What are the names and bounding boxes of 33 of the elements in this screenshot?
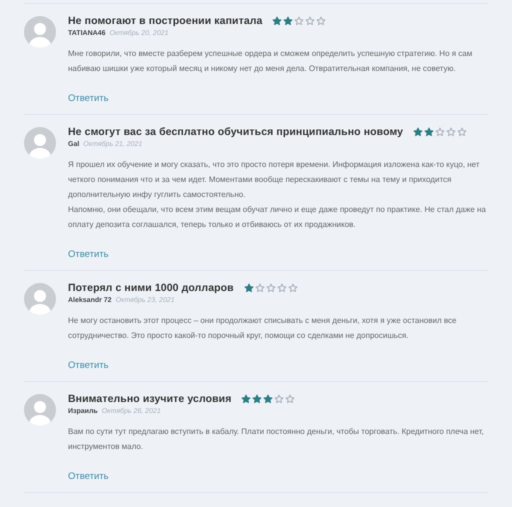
filled-star-icon	[283, 16, 294, 26]
reply-link[interactable]: Ответить	[68, 360, 109, 371]
empty-star-icon	[288, 283, 298, 293]
review-text: Мне говорили, что вместе разберем успешные ордера и сможем определить успешную стратегию. Но я сам набиваю шишки уже который месяц и никому нет до меня дела. Отвратительная компания, не советую.	[68, 48, 474, 75]
filled-star-icon	[413, 127, 424, 137]
review-title: Не смогут вас за бесплатно обучиться принципиально новому	[68, 126, 404, 138]
reply-link[interactable]: Ответить	[68, 471, 109, 482]
reply-link[interactable]: Ответить	[68, 249, 109, 260]
filled-star-icon	[244, 283, 254, 293]
avatar-icon	[24, 16, 56, 48]
empty-star-icon	[266, 283, 276, 293]
empty-star-icon	[457, 127, 468, 137]
review-text: Я прошел их обучение и могу сказать, что это просто потеря времени. Информация изложена как-то куцо, нет четкого понимания что и за чем идет. Моментами вообще перескакивают с темы на тему и приходится дополнительную инфу гуглить самостоятельно.	[68, 159, 481, 201]
avatar-icon	[24, 127, 56, 159]
review-title: Внимательно изучите условия	[68, 393, 232, 405]
review-title: Потерял с ними 1000 долларов	[68, 282, 234, 294]
empty-star-icon	[316, 16, 326, 26]
empty-star-icon	[446, 127, 456, 137]
filled-star-icon	[272, 16, 282, 26]
review-text: Напомню, они обещали, что всем этим вещам обучат лично и еще даже проведут по практике. Не стал даже на оплату депозита соглашался, теперь только и отбиваюсь от их продажников.	[68, 204, 487, 231]
empty-star-icon	[276, 283, 287, 293]
review-text: Не могу остановить этот процесс – они продолжают списывать с меня деньги, хотя я уже остановил все сотрудничество. Это просто какой-то порочный круг, помощи со сделками не допросишься.	[68, 315, 458, 342]
review-text: Вам по сути тут предлагаю вступить в кабалу. Плати постоянно деньги, чтобы торговать. Кредитного плеча нет, инструментов мало.	[68, 426, 485, 453]
empty-star-icon	[285, 394, 296, 404]
reply-link[interactable]: Ответить	[68, 93, 109, 104]
filled-star-icon	[263, 394, 274, 404]
filled-star-icon	[424, 127, 434, 137]
avatar-icon	[24, 283, 56, 315]
filled-star-icon	[241, 394, 252, 404]
review-title: Не помогают в построении капитала	[68, 15, 262, 27]
avatar-icon	[24, 394, 56, 426]
empty-star-icon	[305, 16, 316, 26]
filled-star-icon	[252, 394, 262, 404]
